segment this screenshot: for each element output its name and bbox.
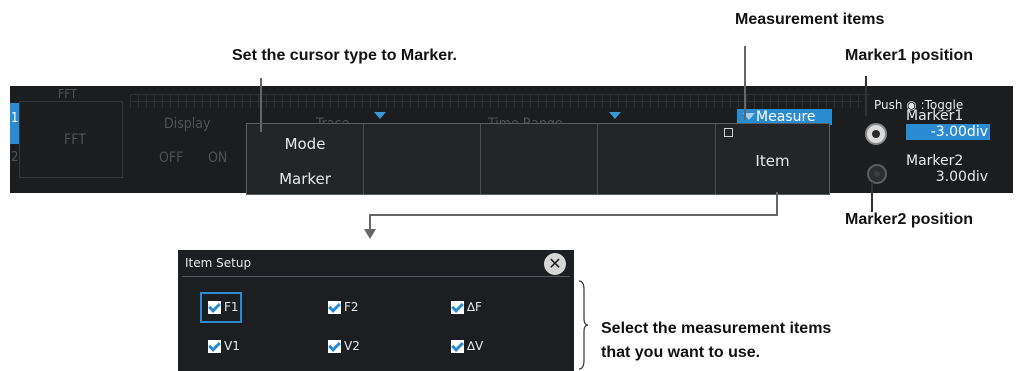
checkbox-checked-icon xyxy=(451,339,464,353)
item-setup-dialog: Item Setup ✕ F1 F2 ∆F V1 V2 ∆V xyxy=(178,250,574,371)
display-on[interactable]: ON xyxy=(208,150,227,166)
tab-top-label: FFT xyxy=(58,87,77,101)
checkbox-delta-f-label: ∆F xyxy=(467,300,482,314)
checkbox-delta-v[interactable]: ∆V xyxy=(451,339,483,353)
marker2-value: 3.00div xyxy=(935,169,988,185)
popup-icon xyxy=(724,128,733,137)
annotation-measurement-items: Measurement items xyxy=(735,11,885,28)
checkbox-v2-label: V2 xyxy=(344,339,360,353)
softkey-menu: Mode Marker Item xyxy=(246,123,830,195)
marker1-knob-icon[interactable] xyxy=(865,123,887,145)
checkbox-f1-label: F1 xyxy=(224,300,239,314)
checkbox-v2[interactable]: V2 xyxy=(328,339,360,353)
close-icon[interactable]: ✕ xyxy=(544,253,566,275)
checkbox-v1[interactable]: V1 xyxy=(208,339,240,353)
item-softkey[interactable]: Item xyxy=(716,124,829,194)
marker-side-panel: Push ◉ :Toggle Marker1 -3.00div Marker2 … xyxy=(862,97,1010,192)
marker2-knob-icon[interactable] xyxy=(867,164,887,184)
item-label: Item xyxy=(755,152,790,170)
softkey-4[interactable] xyxy=(598,124,716,194)
softkey-3[interactable] xyxy=(481,124,598,194)
mode-label: Mode xyxy=(284,135,326,153)
checkbox-f2[interactable]: F2 xyxy=(328,300,359,314)
marker1-label: Marker1 xyxy=(906,108,964,124)
leader-line-measure xyxy=(744,46,746,120)
display-off[interactable]: OFF xyxy=(159,150,183,166)
annotation-marker1-position: Marker1 position xyxy=(845,47,974,64)
fft-tab-label: FFT xyxy=(64,132,86,148)
softkey-2[interactable] xyxy=(364,124,481,194)
checkbox-f1[interactable]: F1 xyxy=(208,300,239,314)
curly-brace-icon xyxy=(578,280,588,370)
display-label: Display xyxy=(164,116,211,132)
leader-line-marker2 xyxy=(871,182,873,212)
time-range-dropdown-icon[interactable] xyxy=(609,112,621,119)
checkbox-v1-label: V1 xyxy=(224,339,240,353)
flow-arrow-down-icon xyxy=(364,229,376,239)
checkbox-delta-f[interactable]: ∆F xyxy=(451,300,482,314)
annotation-set-cursor: Set the cursor type to Marker. xyxy=(232,47,457,64)
flow-line-horizontal xyxy=(369,214,778,216)
trace-dropdown-icon[interactable] xyxy=(374,112,386,119)
checkbox-checked-icon xyxy=(208,300,221,314)
marker1-value[interactable]: -3.00div xyxy=(906,124,990,140)
flow-line-vertical-1 xyxy=(776,192,778,216)
mode-value: Marker xyxy=(279,170,331,188)
leader-line-marker1 xyxy=(865,76,867,116)
marker2-label: Marker2 xyxy=(906,153,964,169)
checkbox-checked-icon xyxy=(208,339,221,353)
annotation-select-line1: Select the measurement items xyxy=(601,320,832,337)
flow-line-vertical-2 xyxy=(369,214,371,230)
channel-1-index: 1 xyxy=(11,111,19,126)
checkbox-checked-icon xyxy=(328,300,341,314)
waveform-grid xyxy=(130,94,870,108)
dialog-title: Item Setup xyxy=(185,256,252,270)
fft-tab[interactable]: FFT xyxy=(19,101,123,178)
channel-2-index: 2 xyxy=(11,150,19,165)
checkbox-delta-v-label: ∆V xyxy=(467,339,484,353)
mode-softkey[interactable]: Mode Marker xyxy=(247,124,364,194)
annotation-marker2-position: Marker2 position xyxy=(845,211,974,228)
dialog-divider xyxy=(182,276,570,277)
annotation-select-line2: that you want to use. xyxy=(601,344,761,361)
checkbox-checked-icon xyxy=(451,300,464,314)
checkbox-checked-icon xyxy=(328,339,341,353)
leader-line-mode xyxy=(260,78,262,132)
checkbox-f2-label: F2 xyxy=(344,300,359,314)
